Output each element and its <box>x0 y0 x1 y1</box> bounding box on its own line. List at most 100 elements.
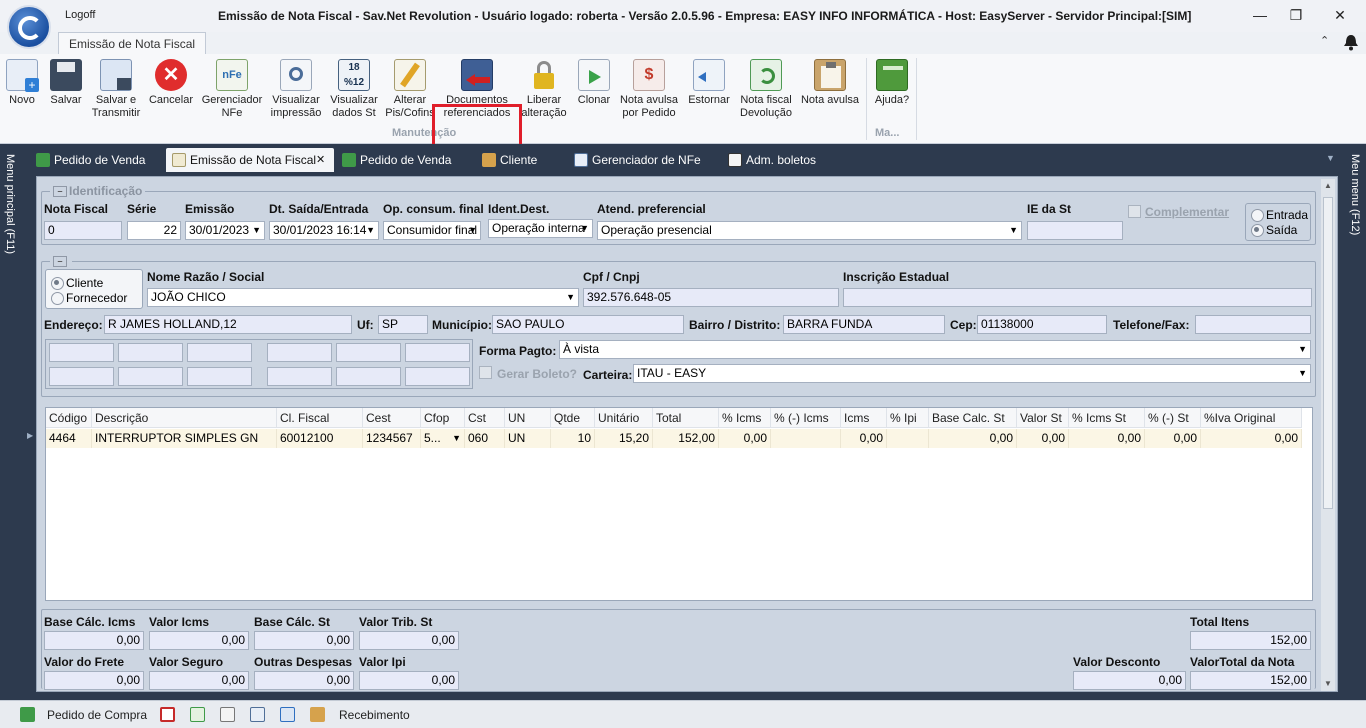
pedido-compra-link[interactable]: Pedido de Compra <box>47 708 147 722</box>
column-header[interactable]: Qtde <box>551 408 595 428</box>
table-cell[interactable]: 10 <box>551 429 595 448</box>
menu-principal-sidebar[interactable]: Menu principal (F11) <box>4 154 16 254</box>
salvar-button[interactable]: Salvar <box>46 54 86 126</box>
column-header[interactable]: Total <box>653 408 719 428</box>
chevron-down-icon[interactable]: ▼ <box>452 429 461 448</box>
column-header[interactable]: % (-) St <box>1145 408 1201 428</box>
tab-pedido-de-venda[interactable]: Pedido de Venda <box>30 148 160 172</box>
extra-field[interactable] <box>267 367 332 386</box>
column-header[interactable]: UN <box>505 408 551 428</box>
table-cell[interactable]: 0,00 <box>1201 429 1302 448</box>
purchase-order-icon[interactable] <box>20 707 35 722</box>
tab-adm-boletos[interactable]: Adm. boletos <box>722 148 842 172</box>
saida-entrada-input[interactable]: 30/01/2023 16:14 ▼ <box>269 221 379 240</box>
column-header[interactable]: % Icms St <box>1069 408 1145 428</box>
table-cell[interactable]: UN <box>505 429 551 448</box>
column-header[interactable]: Descrição <box>92 408 277 428</box>
column-header[interactable]: Cest <box>363 408 421 428</box>
people-icon[interactable] <box>310 707 325 722</box>
extra-field[interactable] <box>49 367 114 386</box>
entrada-radio[interactable]: Entrada <box>1251 208 1308 222</box>
seguro-value[interactable]: 0,00 <box>149 671 249 690</box>
serie-input[interactable]: 22 <box>127 221 181 240</box>
frete-value[interactable]: 0,00 <box>44 671 144 690</box>
column-header[interactable]: Código <box>46 408 92 428</box>
collapse-icon[interactable]: – <box>53 186 67 198</box>
bell-icon[interactable] <box>1343 34 1359 51</box>
estornar-button[interactable]: Estornar <box>686 54 732 126</box>
meu-menu-sidebar[interactable]: Meu menu (F12) <box>1349 154 1361 235</box>
chevron-down-icon[interactable]: ▼ <box>468 222 477 239</box>
visualizar-dados-st-button[interactable]: 18 %12 Visualizar dados St <box>328 54 380 126</box>
minimize-button[interactable]: — <box>1246 4 1274 26</box>
cep-input[interactable]: 01138000 <box>977 315 1107 334</box>
fornecedor-radio[interactable]: Fornecedor <box>51 291 127 305</box>
tab-cliente[interactable]: Cliente <box>476 148 566 172</box>
column-header[interactable]: Cl. Fiscal <box>277 408 363 428</box>
tabs-dropdown-icon[interactable]: ▼ <box>1326 153 1335 163</box>
close-tab-icon[interactable]: ✕ <box>316 148 325 172</box>
table-cell[interactable]: 0,00 <box>841 429 887 448</box>
table-cell[interactable]: 0,00 <box>1145 429 1201 448</box>
uf-input[interactable]: SP <box>378 315 428 334</box>
chevron-down-icon[interactable]: ▼ <box>580 220 589 237</box>
add-document-icon[interactable] <box>280 707 295 722</box>
saida-radio[interactable]: Saída <box>1251 223 1297 237</box>
table-cell[interactable]: 152,00 <box>653 429 719 448</box>
column-header[interactable]: % (-) Icms <box>771 408 841 428</box>
salvar-transmitir-button[interactable]: Salvar e Transmitir <box>90 54 142 126</box>
logoff-link[interactable]: Logoff <box>65 9 95 21</box>
forma-pagto-select[interactable]: À vista ▼ <box>559 340 1311 359</box>
collapse-icon[interactable]: – <box>53 256 67 268</box>
form-scrollbar[interactable]: ▲ ▼ <box>1321 179 1335 691</box>
extra-field[interactable] <box>118 367 183 386</box>
outras-despesas-value[interactable]: 0,00 <box>254 671 354 690</box>
gerenciador-nfe-button[interactable]: nFe Gerenciador NFe <box>200 54 264 126</box>
ajuda-button[interactable]: Ajuda? <box>872 54 912 126</box>
extra-field[interactable] <box>49 343 114 362</box>
sidebar-expand-icon[interactable]: ▶ <box>27 431 33 440</box>
extra-field[interactable] <box>336 367 401 386</box>
recebimento-link[interactable]: Recebimento <box>339 708 410 722</box>
valor-icms-value[interactable]: 0,00 <box>149 631 249 650</box>
table-cell[interactable]: 5... ▼ <box>421 429 465 448</box>
chevron-down-icon[interactable]: ▼ <box>566 289 575 306</box>
table-cell[interactable] <box>771 429 841 448</box>
nome-select[interactable]: JOÃO CHICO ▼ <box>147 288 579 307</box>
cpf-input[interactable]: 392.576.648-05 <box>583 288 839 307</box>
chevron-down-icon[interactable]: ▼ <box>366 222 375 239</box>
carteira-select[interactable]: ITAU - EASY ▼ <box>633 364 1311 383</box>
total-nota-value[interactable]: 152,00 <box>1190 671 1311 690</box>
tab-emissao-nota-fiscal[interactable]: Emissão de Nota Fiscal ✕ <box>166 148 334 172</box>
valor-trib-st-value[interactable]: 0,00 <box>359 631 459 650</box>
table-cell[interactable]: 0,00 <box>719 429 771 448</box>
op-consum-select[interactable]: Consumidor final ▼ <box>383 221 481 240</box>
column-header[interactable]: Cst <box>465 408 505 428</box>
chevron-down-icon[interactable]: ▼ <box>1298 365 1307 382</box>
scroll-up-icon[interactable]: ▲ <box>1324 181 1332 190</box>
table-cell[interactable]: 060 <box>465 429 505 448</box>
emissao-date-input[interactable]: 30/01/2023 ▼ <box>185 221 265 240</box>
table-cell[interactable]: 1234567 <box>363 429 421 448</box>
extra-field[interactable] <box>118 343 183 362</box>
restore-button[interactable]: ❐ <box>1282 4 1310 26</box>
extra-field[interactable] <box>405 343 470 362</box>
telefone-input[interactable] <box>1195 315 1311 334</box>
table-cell[interactable]: 0,00 <box>929 429 1017 448</box>
table-cell[interactable] <box>887 429 929 448</box>
endereco-input[interactable]: R JAMES HOLLAND,12 <box>104 315 352 334</box>
novo-button[interactable]: + Novo <box>4 54 40 126</box>
bairro-input[interactable]: BARRA FUNDA <box>783 315 945 334</box>
extra-field[interactable] <box>336 343 401 362</box>
extra-field[interactable] <box>187 343 252 362</box>
clonar-button[interactable]: Clonar <box>574 54 614 126</box>
extra-field[interactable] <box>187 367 252 386</box>
column-header[interactable]: Base Calc. St <box>929 408 1017 428</box>
column-header[interactable]: % Icms <box>719 408 771 428</box>
column-header[interactable]: Valor St <box>1017 408 1069 428</box>
desconto-value[interactable]: 0,00 <box>1073 671 1186 690</box>
atend-select[interactable]: Operação presencial ▼ <box>597 221 1022 240</box>
municipio-input[interactable]: SAO PAULO <box>492 315 684 334</box>
column-header[interactable]: Unitário <box>595 408 653 428</box>
ident-dest-select[interactable]: Operação interna ▼ <box>488 219 593 238</box>
